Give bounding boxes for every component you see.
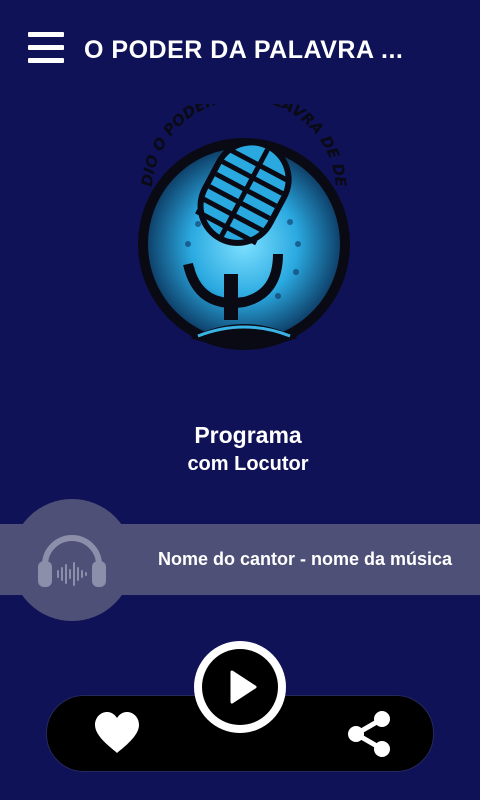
play-icon (230, 670, 257, 704)
now-playing-song: Nome do cantor - nome da música (158, 549, 453, 569)
album-art (11, 499, 133, 621)
app-title: O PODER DA PALAVRA ... (84, 36, 404, 64)
radio-logo: RADIO O PODER DA PALAVRA DE DEUS (121, 86, 360, 370)
program-host: com Locutor (187, 453, 309, 475)
hamburger-menu-icon[interactable] (28, 32, 64, 64)
share-icon[interactable] (346, 710, 392, 758)
headphones-icon (38, 535, 106, 587)
app-header: O PODER DA PALAVRA ... (0, 0, 480, 100)
program-title: Programa (194, 422, 302, 448)
heart-icon[interactable] (93, 711, 141, 755)
play-button[interactable] (194, 641, 286, 733)
